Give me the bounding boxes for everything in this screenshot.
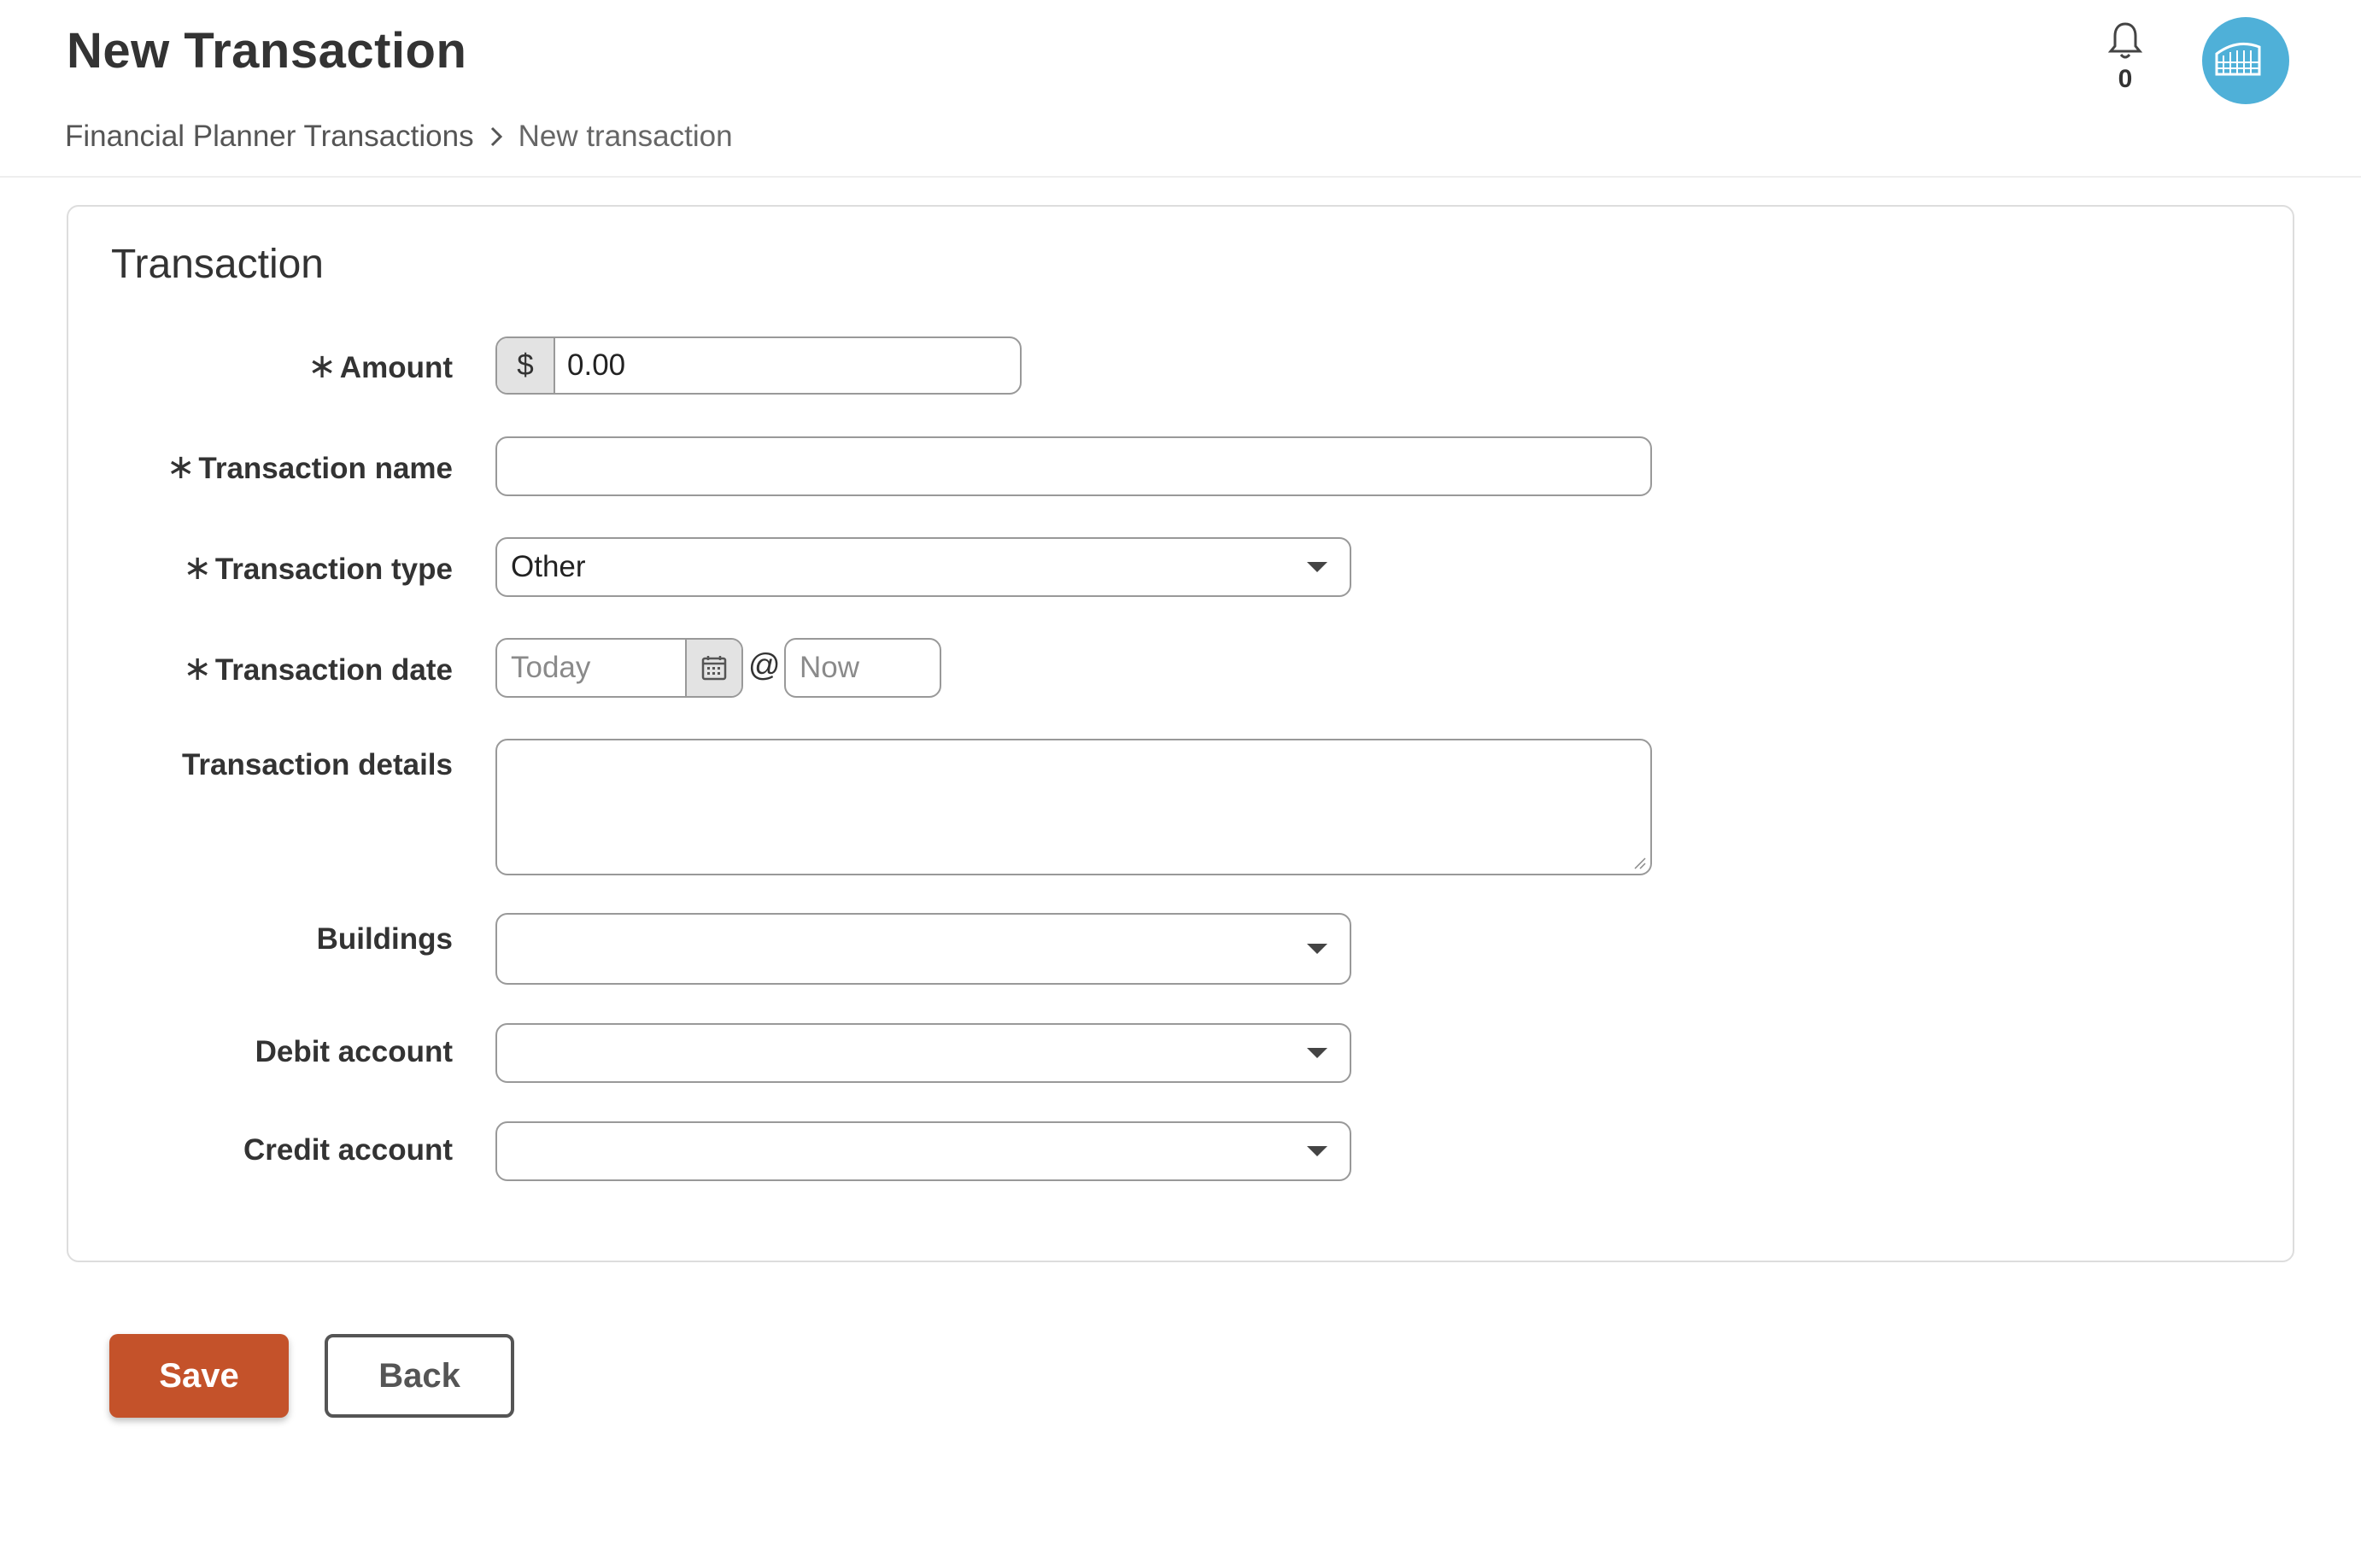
amount-field[interactable]: $ 0.00 (495, 336, 1022, 395)
amount-label: ∗ Amount (308, 348, 453, 385)
page-header: New Transaction Financial Planner Transa… (0, 0, 2361, 178)
notification-count: 0 (2118, 65, 2133, 93)
back-button[interactable]: Back (325, 1334, 514, 1418)
credit-account-label: Credit account (243, 1133, 453, 1167)
debit-account-select[interactable] (495, 1023, 1351, 1083)
at-symbol: @ (748, 647, 781, 682)
transaction-date-label: ∗ Transaction date (183, 650, 453, 687)
credit-account-select[interactable] (495, 1121, 1351, 1181)
chevron-down-icon (1307, 1146, 1327, 1156)
transaction-name-label: ∗ Transaction name (166, 448, 453, 486)
buildings-select[interactable] (495, 913, 1351, 985)
calendar-button[interactable] (685, 640, 741, 696)
transaction-time-input[interactable]: Now (784, 638, 941, 698)
buildings-label: Buildings (316, 922, 453, 956)
page-title: New Transaction (67, 23, 467, 79)
chevron-down-icon (1307, 562, 1327, 572)
bell-icon (2107, 22, 2143, 59)
avatar[interactable] (2202, 17, 2289, 104)
transaction-type-label: ∗ Transaction type (183, 549, 453, 587)
debit-account-label: Debit account (255, 1035, 453, 1068)
transaction-date-input[interactable]: Today (495, 638, 743, 698)
transaction-type-select[interactable]: Other (495, 537, 1351, 597)
transaction-name-input[interactable] (495, 436, 1652, 496)
breadcrumb-link-transactions[interactable]: Financial Planner Transactions (65, 120, 474, 154)
chevron-down-icon (1307, 1048, 1327, 1058)
breadcrumb-current: New transaction (518, 120, 733, 153)
chevron-down-icon (1307, 944, 1327, 954)
required-marker: ∗ (183, 549, 212, 587)
transaction-details-label: Transaction details (181, 748, 453, 781)
save-button[interactable]: Save (109, 1334, 289, 1418)
calendar-icon (701, 656, 727, 681)
required-marker: ∗ (183, 650, 212, 687)
required-marker: ∗ (166, 448, 196, 486)
section-title: Transaction (111, 242, 324, 287)
breadcrumb: Financial Planner Transactions New trans… (65, 120, 733, 154)
required-marker: ∗ (308, 348, 337, 385)
currency-addon: $ (497, 338, 555, 393)
transaction-type-value: Other (511, 550, 586, 583)
time-placeholder: Now (800, 651, 860, 684)
notifications-button[interactable]: 0 (2105, 20, 2146, 97)
chevron-right-icon (489, 126, 503, 148)
transaction-details-textarea[interactable] (495, 739, 1652, 875)
amount-value: 0.00 (567, 348, 626, 382)
date-placeholder: Today (511, 651, 591, 684)
building-logo-icon (2215, 42, 2261, 76)
resize-handle-icon[interactable] (1632, 855, 1647, 870)
